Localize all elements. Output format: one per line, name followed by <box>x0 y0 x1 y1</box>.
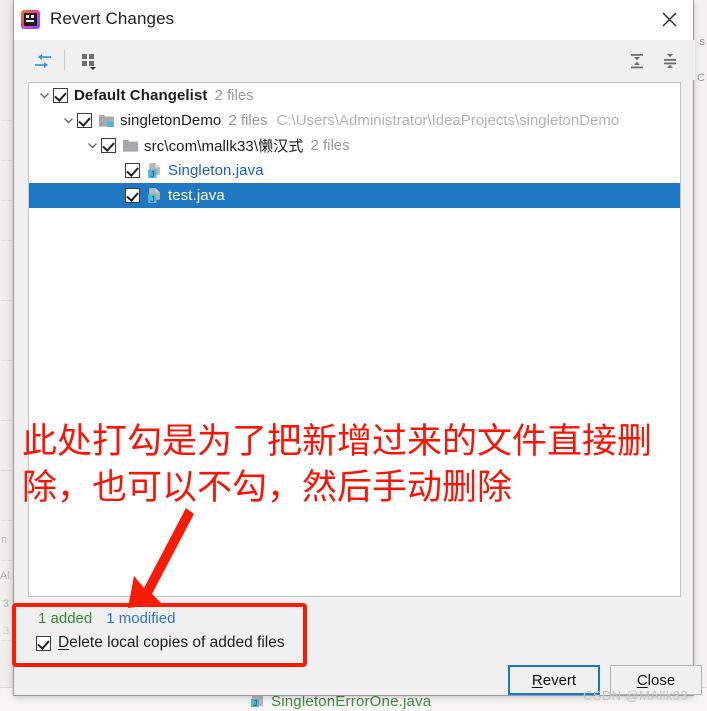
intellij-idea-logo-icon <box>21 10 40 29</box>
tree-row-label: Default Changelist <box>74 87 208 104</box>
tree-row[interactable]: Default Changelist 2 files <box>29 83 680 108</box>
tree-row[interactable]: J test.java <box>29 183 680 208</box>
tree-row-label: test.java <box>168 187 225 204</box>
mnemonic-letter: D <box>58 634 70 651</box>
java-file-icon: J <box>146 187 163 204</box>
background-right-label-1: C <box>697 72 705 84</box>
checkbox-box[interactable] <box>36 635 51 651</box>
tree-row-count: 2 files <box>228 112 268 129</box>
close-icon[interactable] <box>653 4 685 34</box>
changes-tree[interactable]: Default Changelist 2 files singletonDemo… <box>28 82 681 597</box>
expand-all-icon[interactable] <box>624 48 650 74</box>
added-count: 1 added <box>38 610 93 627</box>
folder-icon <box>122 138 139 153</box>
button-label-rest: evert <box>542 671 577 689</box>
module-folder-icon <box>98 113 115 128</box>
toolbar-separator <box>64 50 65 70</box>
row-checkbox[interactable] <box>77 113 92 128</box>
svg-text:J: J <box>150 169 154 179</box>
button-label-rest: lose <box>647 671 676 689</box>
label-rest: elete local copies of added files <box>69 634 285 651</box>
tree-row[interactable]: src\com\mallk33\懒汉式 2 files <box>29 133 680 158</box>
dialog-toolbar <box>14 40 695 80</box>
row-checkbox[interactable] <box>53 88 68 103</box>
screen: n Al 3 3 s C J SingletonErrorOne.java Re… <box>0 0 707 711</box>
tree-row-count: 2 files <box>214 87 254 104</box>
background-label-0: n <box>1 534 8 546</box>
delete-local-copies-label: Delete local copies of added files <box>58 634 285 652</box>
row-checkbox[interactable] <box>125 188 140 203</box>
delete-local-copies-checkbox[interactable]: Delete local copies of added files <box>36 634 285 652</box>
java-file-icon: J <box>146 162 163 179</box>
background-label-3: 3 <box>3 625 10 637</box>
mnemonic-letter: R <box>531 671 543 689</box>
revert-button[interactable]: Revert <box>508 665 600 695</box>
chevron-down-icon[interactable] <box>83 133 101 158</box>
status-counts: 1 added 1 modified <box>38 610 175 627</box>
modified-count: 1 modified <box>106 610 176 627</box>
mnemonic-letter: C <box>636 671 648 689</box>
background-label-2: 3 <box>3 598 10 610</box>
background-label-1: Al <box>0 570 10 582</box>
row-checkbox[interactable] <box>101 138 116 153</box>
group-by-icon[interactable] <box>76 48 102 74</box>
dialog-title: Revert Changes <box>50 9 175 28</box>
collapse-arrows-icon[interactable] <box>30 48 56 74</box>
svg-text:J: J <box>150 194 154 204</box>
collapse-all-icon[interactable] <box>657 48 683 74</box>
background-right-label-0: s <box>699 36 706 48</box>
chevron-down-icon[interactable] <box>59 108 77 133</box>
tree-row-path: C:\Users\Administrator\IdeaProjects\sing… <box>276 112 620 129</box>
row-checkbox[interactable] <box>125 163 140 178</box>
dialog-title-bar: Revert Changes <box>14 0 693 40</box>
chevron-down-icon[interactable] <box>35 83 53 108</box>
tree-row-label: Singleton.java <box>168 162 264 179</box>
tree-row[interactable]: singletonDemo 2 files C:\Users\Administr… <box>29 108 680 133</box>
close-button[interactable]: Close <box>610 665 702 695</box>
tree-row-label: singletonDemo <box>120 112 222 129</box>
svg-text:J: J <box>253 699 257 707</box>
tree-row[interactable]: J Singleton.java <box>29 158 680 183</box>
tree-row-count: 2 files <box>310 137 350 154</box>
tree-row-label: src\com\mallk33\懒汉式 <box>144 138 304 155</box>
revert-changes-dialog: Revert Changes Default Changelist 2 file… <box>13 0 702 696</box>
